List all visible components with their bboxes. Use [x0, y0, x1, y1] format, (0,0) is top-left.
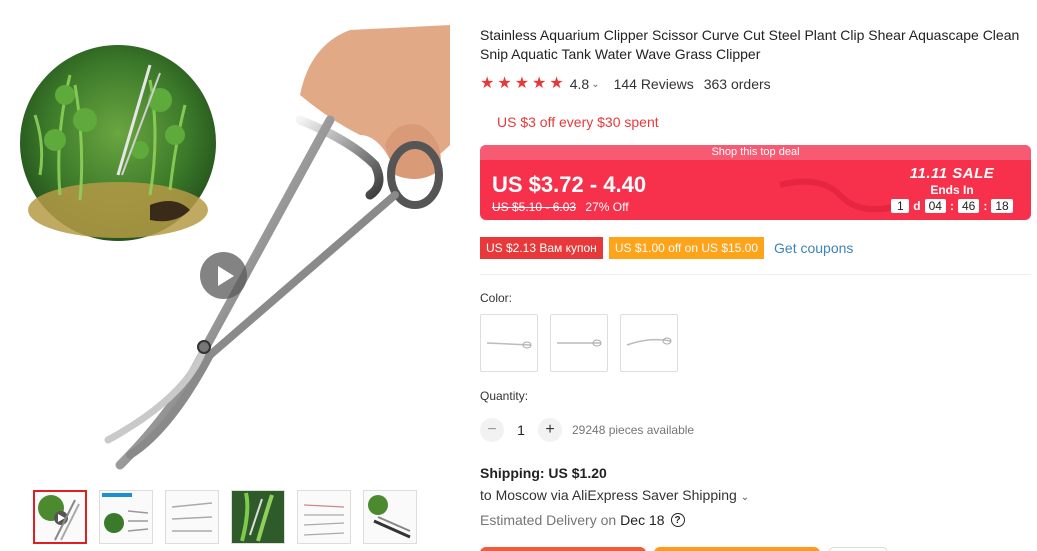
get-coupons-link[interactable]: Get coupons: [774, 240, 853, 256]
discount-percent: 27% Off: [585, 200, 629, 214]
star-icon: ★: [480, 75, 495, 92]
thumbnail-1[interactable]: [33, 490, 87, 544]
timer-seconds: 18: [991, 199, 1013, 213]
chevron-down-icon[interactable]: ⌄: [741, 492, 749, 503]
star-icon: ★: [532, 75, 547, 92]
price-range: US $3.72 - 4.40: [492, 172, 647, 197]
ends-in-label: Ends In: [930, 183, 974, 197]
color-option-1[interactable]: [480, 314, 538, 372]
buy-now-button[interactable]: [480, 547, 646, 551]
thumbnail-6[interactable]: [363, 490, 417, 544]
color-option-3[interactable]: [620, 314, 678, 372]
reviews-link[interactable]: 144 Reviews: [614, 76, 694, 92]
play-icon: [218, 265, 234, 286]
store-discount: US $3 off every $30 spent: [497, 114, 659, 130]
product-page: Stainless Aquarium Clipper Scissor Curve…: [0, 0, 1037, 551]
orders-count: 363 orders: [703, 76, 771, 92]
action-buttons: [480, 547, 888, 551]
star-icon: ★: [549, 75, 564, 92]
timer-days: 1: [891, 199, 910, 213]
shipping-route[interactable]: to Moscow via AliExpress Saver Shipping …: [480, 487, 749, 503]
sale-countdown: 11.11 SALE Ends In 1 d 04 : 46 : 18: [887, 165, 1017, 213]
minus-icon[interactable]: −: [480, 418, 504, 442]
divider: [480, 274, 1031, 275]
color-options: [480, 314, 678, 372]
quantity-stepper: − 1 + 29248 pieces available: [480, 418, 694, 442]
thumbnail-strip: [33, 490, 417, 544]
old-price-row: US $5.10 - 6.03 27% Off: [492, 200, 629, 214]
thumbnail-5[interactable]: [297, 490, 351, 544]
rating-value[interactable]: 4.8: [570, 76, 589, 92]
add-to-cart-button[interactable]: [654, 547, 820, 551]
coupon-badge[interactable]: US $1.00 off on US $15.00: [608, 237, 765, 259]
color-option-2[interactable]: [550, 314, 608, 372]
main-product-image[interactable]: [0, 25, 450, 475]
timer-days-unit: d: [913, 199, 921, 213]
delivery-date: Dec 18: [620, 512, 665, 528]
rating-row: ★ ★ ★ ★ ★ 4.8 ⌄ 144 Reviews 363 orders: [480, 76, 771, 93]
wishlist-button[interactable]: [828, 547, 888, 551]
plus-icon[interactable]: +: [538, 418, 562, 442]
old-price: US $5.10 - 6.03: [492, 200, 577, 214]
thumbnail-4[interactable]: [231, 490, 285, 544]
product-title: Stainless Aquarium Clipper Scissor Curve…: [480, 27, 1020, 62]
color-label: Color:: [480, 291, 513, 305]
star-icon: ★: [497, 75, 512, 92]
shipping-title: Shipping: US $1.20: [480, 465, 607, 481]
sale-title: 11.11 SALE: [909, 165, 995, 182]
play-video-button[interactable]: [200, 252, 247, 299]
top-deal-box: Shop this top deal US $3.72 - 4.40 US $5…: [480, 145, 1031, 220]
help-icon[interactable]: ?: [670, 513, 685, 527]
quantity-value[interactable]: 1: [504, 422, 538, 438]
countdown-timer: 1 d 04 : 46 : 18: [887, 199, 1017, 213]
star-icon: ★: [514, 75, 530, 92]
estimated-delivery: Estimated Delivery on Dec 18 ?: [480, 512, 685, 528]
scissors-illustration: [20, 25, 450, 470]
coupon-badge[interactable]: US $2.13 Вам купон: [480, 237, 603, 259]
timer-hours: 04: [924, 199, 946, 213]
coupon-row: US $2.13 Вам купон US $1.00 off on US $1…: [480, 237, 853, 259]
thumbnail-3[interactable]: [165, 490, 219, 544]
chevron-down-icon[interactable]: ⌄: [591, 79, 599, 90]
rating-stars: ★ ★ ★ ★ ★: [480, 76, 564, 92]
quantity-label: Quantity:: [480, 389, 529, 403]
available-pieces: 29248 pieces available: [572, 423, 695, 437]
thumbnail-2[interactable]: [99, 490, 153, 544]
delivery-label: Estimated Delivery on: [480, 512, 617, 528]
timer-minutes: 46: [957, 199, 980, 213]
